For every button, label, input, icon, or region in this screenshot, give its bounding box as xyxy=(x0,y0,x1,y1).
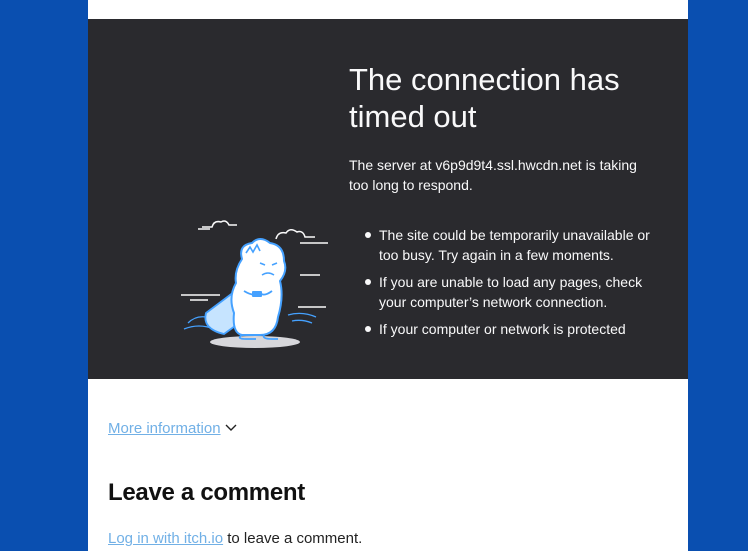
error-suggestions-list: The site could be temporarily unavailabl… xyxy=(349,225,659,346)
game-embed-frame: The connection has timed out The server … xyxy=(88,19,688,379)
more-information-toggle[interactable]: More information xyxy=(108,419,237,439)
suggestion-item: If your computer or network is protected xyxy=(349,319,659,339)
login-link[interactable]: Log in with itch.io xyxy=(108,530,223,547)
chevron-down-icon xyxy=(225,424,237,432)
game-page: The connection has timed out The server … xyxy=(88,0,688,551)
timeout-dinosaur-icon xyxy=(181,220,328,348)
login-prompt: Log in with itch.io to leave a comment. xyxy=(108,529,362,549)
suggestion-item: The site could be temporarily unavailabl… xyxy=(349,225,659,265)
comments-heading: Leave a comment xyxy=(108,479,305,506)
error-description: The server at v6p9d9t4.ssl.hwcdn.net is … xyxy=(349,157,637,193)
error-title: The connection has timed out xyxy=(349,62,620,134)
login-suffix: to leave a comment. xyxy=(223,530,363,547)
more-information-label: More information xyxy=(108,420,221,437)
suggestion-item: If you are unable to load any pages, che… xyxy=(349,272,659,312)
